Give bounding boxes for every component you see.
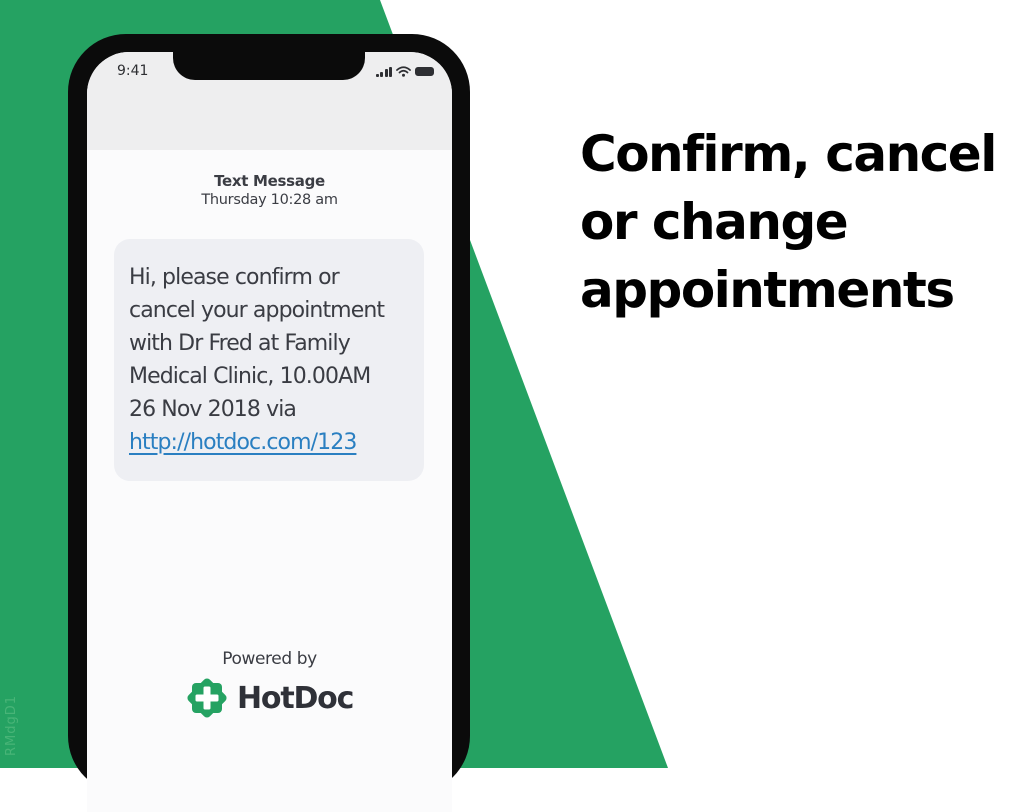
message-bubble: Hi, please confirm or cancel your appoin… bbox=[114, 239, 424, 481]
hotdoc-logo: HotDoc bbox=[185, 676, 354, 720]
phone-screen: 9:41 Text Message Thursday 10:28 am Hi, … bbox=[87, 52, 452, 812]
hotdoc-cross-badge-icon bbox=[187, 678, 227, 718]
phone-notch bbox=[173, 52, 365, 80]
appointment-link[interactable]: http://hotdoc.com/123 bbox=[129, 430, 357, 455]
powered-by-label: Powered by bbox=[222, 649, 317, 669]
brand-name: HotDoc bbox=[237, 680, 354, 716]
phone-mockup: 9:41 Text Message Thursday 10:28 am Hi, … bbox=[68, 34, 470, 812]
wifi-icon bbox=[396, 66, 411, 77]
message-title: Text Message bbox=[214, 172, 325, 190]
message-line: 26 Nov 2018 via bbox=[129, 397, 297, 422]
status-icons bbox=[375, 66, 434, 77]
message-line: cancel your appointment bbox=[129, 298, 385, 323]
message-timestamp: Thursday 10:28 am bbox=[201, 192, 338, 208]
battery-icon bbox=[415, 67, 434, 76]
headline-line: or change bbox=[580, 193, 849, 251]
status-time: 9:41 bbox=[117, 63, 149, 79]
message-line: Hi, please confirm or bbox=[129, 265, 340, 290]
watermark: RMdgD1 bbox=[4, 694, 19, 756]
message-line: with Dr Fred at Family bbox=[129, 331, 351, 356]
message-header: Text Message Thursday 10:28 am bbox=[87, 172, 452, 208]
cellular-signal-icon bbox=[375, 66, 392, 77]
headline-line: appointments bbox=[580, 261, 955, 319]
headline-line: Confirm, cancel bbox=[580, 125, 997, 183]
headline: Confirm, cancel or change appointments bbox=[580, 120, 1000, 324]
message-line: Medical Clinic, 10.00AM bbox=[129, 364, 371, 389]
